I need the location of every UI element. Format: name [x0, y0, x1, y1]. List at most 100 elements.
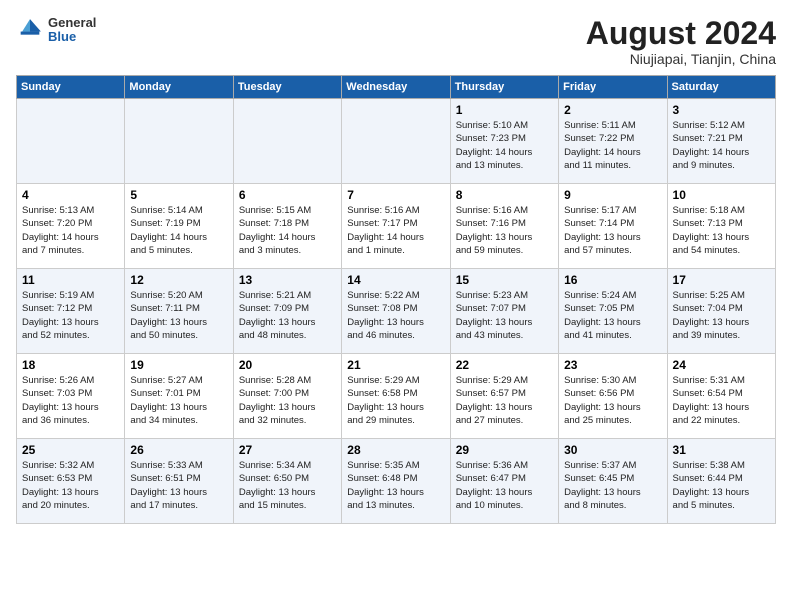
- day-number: 6: [239, 188, 336, 202]
- day-number: 22: [456, 358, 553, 372]
- day-number: 19: [130, 358, 227, 372]
- day-info: Sunrise: 5:23 AM Sunset: 7:07 PM Dayligh…: [456, 289, 553, 342]
- day-info: Sunrise: 5:15 AM Sunset: 7:18 PM Dayligh…: [239, 204, 336, 257]
- day-info: Sunrise: 5:22 AM Sunset: 7:08 PM Dayligh…: [347, 289, 444, 342]
- calendar-cell: 2Sunrise: 5:11 AM Sunset: 7:22 PM Daylig…: [559, 99, 667, 184]
- calendar-cell: 24 Sunrise: 5:31 AM Sunset: 6:54 PM Dayli…: [667, 354, 775, 439]
- day-info: Sunrise: 5:25 AM Sunset: 7:04 PM Dayligh…: [673, 289, 770, 342]
- day-info: Sunrise: 5:26 AM Sunset: 7:03 PM Dayligh…: [22, 374, 119, 427]
- calendar-cell: 27 Sunrise: 5:34 AM Sunset: 6:50 PM Dayli…: [233, 439, 341, 524]
- day-info: Sunrise: 5:16 AM Sunset: 7:17 PM Dayligh…: [347, 204, 444, 257]
- day-number: 4: [22, 188, 119, 202]
- calendar-cell: 23 Sunrise: 5:30 AM Sunset: 6:56 PM Dayli…: [559, 354, 667, 439]
- calendar-cell: 11 Sunrise: 5:19 AM Sunset: 7:12 PM Dayli…: [17, 269, 125, 354]
- location: Niujiapai, Tianjin, China: [586, 51, 776, 67]
- day-info: Sunrise: 5:35 AM Sunset: 6:48 PM Dayligh…: [347, 459, 444, 512]
- day-info: Sunrise: 5:10 AM Sunset: 7:23 PM Dayligh…: [456, 119, 553, 172]
- day-info: Sunrise: 5:32 AM Sunset: 6:53 PM Dayligh…: [22, 459, 119, 512]
- calendar-cell: 15Sunrise: 5:23 AM Sunset: 7:07 PM Dayli…: [450, 269, 558, 354]
- day-info: Sunrise: 5:31 AM Sunset: 6:54 PM Dayligh…: [673, 374, 770, 427]
- day-info: Sunrise: 5:38 AM Sunset: 6:44 PM Dayligh…: [673, 459, 770, 512]
- calendar-cell: 18 Sunrise: 5:26 AM Sunset: 7:03 PM Dayli…: [17, 354, 125, 439]
- day-number: 28: [347, 443, 444, 457]
- day-info: Sunrise: 5:20 AM Sunset: 7:11 PM Dayligh…: [130, 289, 227, 342]
- calendar-cell: 16 Sunrise: 5:24 AM Sunset: 7:05 PM Dayli…: [559, 269, 667, 354]
- calendar-cell: 25 Sunrise: 5:32 AM Sunset: 6:53 PM Dayli…: [17, 439, 125, 524]
- calendar-cell: 7 Sunrise: 5:16 AM Sunset: 7:17 PM Daylig…: [342, 184, 450, 269]
- calendar-cell: 3 Sunrise: 5:12 AM Sunset: 7:21 PM Daylig…: [667, 99, 775, 184]
- calendar-week-row: 18 Sunrise: 5:26 AM Sunset: 7:03 PM Dayli…: [17, 354, 776, 439]
- weekday-header: Wednesday: [342, 76, 450, 99]
- weekday-header: Sunday: [17, 76, 125, 99]
- day-number: 12: [130, 273, 227, 287]
- calendar-cell: [233, 99, 341, 184]
- day-number: 29: [456, 443, 553, 457]
- day-info: Sunrise: 5:19 AM Sunset: 7:12 PM Dayligh…: [22, 289, 119, 342]
- calendar-cell: 26 Sunrise: 5:33 AM Sunset: 6:51 PM Dayli…: [125, 439, 233, 524]
- calendar-cell: 28 Sunrise: 5:35 AM Sunset: 6:48 PM Dayli…: [342, 439, 450, 524]
- day-number: 14: [347, 273, 444, 287]
- day-info: Sunrise: 5:27 AM Sunset: 7:01 PM Dayligh…: [130, 374, 227, 427]
- calendar-cell: [125, 99, 233, 184]
- day-info: Sunrise: 5:21 AM Sunset: 7:09 PM Dayligh…: [239, 289, 336, 342]
- calendar-cell: 13Sunrise: 5:21 AM Sunset: 7:09 PM Dayli…: [233, 269, 341, 354]
- calendar-cell: [17, 99, 125, 184]
- calendar-cell: 12 Sunrise: 5:20 AM Sunset: 7:11 PM Dayli…: [125, 269, 233, 354]
- day-info: Sunrise: 5:13 AM Sunset: 7:20 PM Dayligh…: [22, 204, 119, 257]
- weekday-header: Saturday: [667, 76, 775, 99]
- day-number: 18: [22, 358, 119, 372]
- page-header: General Blue August 2024 Niujiapai, Tian…: [16, 16, 776, 67]
- day-info: Sunrise: 5:29 AM Sunset: 6:58 PM Dayligh…: [347, 374, 444, 427]
- day-number: 1: [456, 103, 553, 117]
- calendar-cell: 14 Sunrise: 5:22 AM Sunset: 7:08 PM Dayli…: [342, 269, 450, 354]
- calendar-cell: 29 Sunrise: 5:36 AM Sunset: 6:47 PM Dayli…: [450, 439, 558, 524]
- day-info: Sunrise: 5:33 AM Sunset: 6:51 PM Dayligh…: [130, 459, 227, 512]
- logo-text: General Blue: [48, 16, 96, 45]
- day-number: 7: [347, 188, 444, 202]
- calendar-week-row: 11 Sunrise: 5:19 AM Sunset: 7:12 PM Dayli…: [17, 269, 776, 354]
- day-number: 23: [564, 358, 661, 372]
- calendar-cell: 5 Sunrise: 5:14 AM Sunset: 7:19 PM Daylig…: [125, 184, 233, 269]
- calendar-cell: 6 Sunrise: 5:15 AM Sunset: 7:18 PM Daylig…: [233, 184, 341, 269]
- day-info: Sunrise: 5:18 AM Sunset: 7:13 PM Dayligh…: [673, 204, 770, 257]
- calendar-cell: 20Sunrise: 5:28 AM Sunset: 7:00 PM Dayli…: [233, 354, 341, 439]
- day-number: 11: [22, 273, 119, 287]
- day-number: 24: [673, 358, 770, 372]
- day-number: 25: [22, 443, 119, 457]
- calendar-header-row: SundayMondayTuesdayWednesdayThursdayFrid…: [17, 76, 776, 99]
- day-number: 21: [347, 358, 444, 372]
- day-info: Sunrise: 5:29 AM Sunset: 6:57 PM Dayligh…: [456, 374, 553, 427]
- day-number: 30: [564, 443, 661, 457]
- calendar-cell: 30 Sunrise: 5:37 AM Sunset: 6:45 PM Dayli…: [559, 439, 667, 524]
- calendar-table: SundayMondayTuesdayWednesdayThursdayFrid…: [16, 75, 776, 524]
- weekday-header: Thursday: [450, 76, 558, 99]
- weekday-header: Tuesday: [233, 76, 341, 99]
- calendar-cell: [342, 99, 450, 184]
- day-number: 9: [564, 188, 661, 202]
- day-info: Sunrise: 5:37 AM Sunset: 6:45 PM Dayligh…: [564, 459, 661, 512]
- calendar-week-row: 4 Sunrise: 5:13 AM Sunset: 7:20 PM Daylig…: [17, 184, 776, 269]
- day-number: 27: [239, 443, 336, 457]
- calendar-cell: 4 Sunrise: 5:13 AM Sunset: 7:20 PM Daylig…: [17, 184, 125, 269]
- day-number: 5: [130, 188, 227, 202]
- day-info: Sunrise: 5:12 AM Sunset: 7:21 PM Dayligh…: [673, 119, 770, 172]
- day-info: Sunrise: 5:28 AM Sunset: 7:00 PM Dayligh…: [239, 374, 336, 427]
- day-number: 16: [564, 273, 661, 287]
- month-year: August 2024: [586, 16, 776, 51]
- day-info: Sunrise: 5:24 AM Sunset: 7:05 PM Dayligh…: [564, 289, 661, 342]
- weekday-header: Monday: [125, 76, 233, 99]
- calendar-cell: 22 Sunrise: 5:29 AM Sunset: 6:57 PM Dayli…: [450, 354, 558, 439]
- day-number: 8: [456, 188, 553, 202]
- calendar-cell: 1 Sunrise: 5:10 AM Sunset: 7:23 PM Daylig…: [450, 99, 558, 184]
- logo-line1: General: [48, 16, 96, 30]
- day-info: Sunrise: 5:30 AM Sunset: 6:56 PM Dayligh…: [564, 374, 661, 427]
- day-info: Sunrise: 5:16 AM Sunset: 7:16 PM Dayligh…: [456, 204, 553, 257]
- calendar-cell: 10Sunrise: 5:18 AM Sunset: 7:13 PM Dayli…: [667, 184, 775, 269]
- day-info: Sunrise: 5:14 AM Sunset: 7:19 PM Dayligh…: [130, 204, 227, 257]
- day-info: Sunrise: 5:36 AM Sunset: 6:47 PM Dayligh…: [456, 459, 553, 512]
- calendar-week-row: 25 Sunrise: 5:32 AM Sunset: 6:53 PM Dayli…: [17, 439, 776, 524]
- day-number: 26: [130, 443, 227, 457]
- day-info: Sunrise: 5:34 AM Sunset: 6:50 PM Dayligh…: [239, 459, 336, 512]
- calendar-cell: 19 Sunrise: 5:27 AM Sunset: 7:01 PM Dayli…: [125, 354, 233, 439]
- day-number: 3: [673, 103, 770, 117]
